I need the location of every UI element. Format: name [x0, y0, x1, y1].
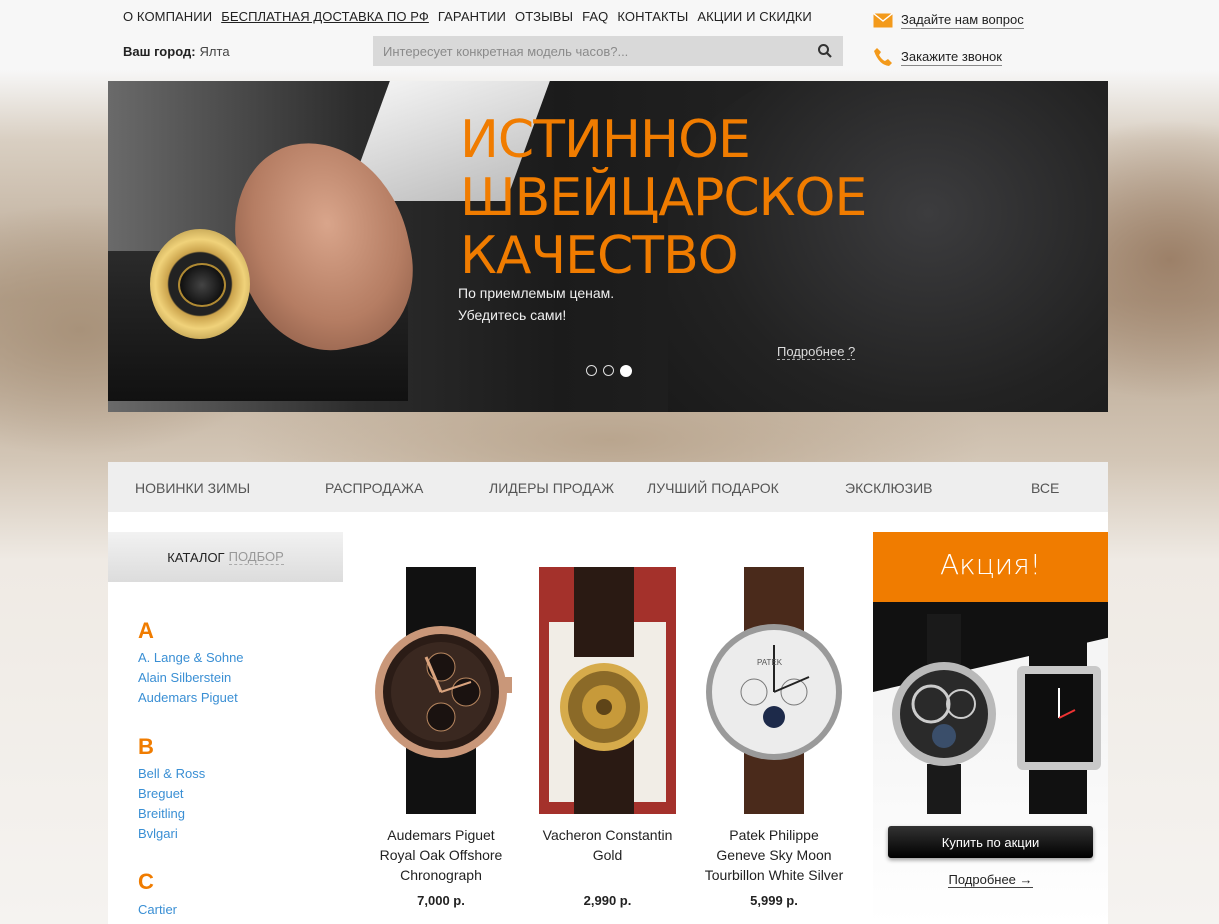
product-card[interactable]: PATEK Patek Philippe Geneve Sky Moon Tou…: [699, 567, 849, 908]
brand-link[interactable]: Breguet: [138, 786, 184, 801]
product-price: 5,999 р.: [750, 893, 798, 908]
svg-text:PATEK: PATEK: [757, 658, 783, 667]
nav-faq[interactable]: FAQ: [582, 9, 608, 24]
product-card[interactable]: Audemars Piguet Royal Oak Offshore Chron…: [366, 567, 516, 908]
search-bar: [373, 36, 843, 66]
nav-contacts[interactable]: КОНТАКТЫ: [617, 9, 688, 24]
product-name-line: Patek Philippe: [729, 827, 819, 843]
category-all[interactable]: ВСЕ: [1031, 480, 1059, 496]
letter-a: A: [138, 618, 154, 643]
slider-dot-2[interactable]: [603, 365, 614, 376]
ask-question-link[interactable]: Задайте нам вопрос: [873, 12, 1024, 29]
product-name-line: Geneve Sky Moon: [716, 847, 832, 863]
nav-free-delivery[interactable]: БЕСПЛАТНАЯ ДОСТАВКА ПО РФ: [221, 9, 429, 24]
brand-link[interactable]: Bell & Ross: [138, 766, 205, 781]
hero-sub-2: Убедитесь сами!: [458, 307, 567, 323]
letter-b: B: [138, 734, 154, 759]
brand-link[interactable]: Alain Silberstein: [138, 670, 231, 685]
promo-watch-image: [1017, 614, 1101, 814]
hero-sub-1: По приемлемым ценам.: [458, 285, 615, 301]
top-nav: О КОМПАНИИ БЕСПЛАТНАЯ ДОСТАВКА ПО РФ ГАР…: [123, 9, 821, 24]
filter-tab[interactable]: ПОДБОР: [228, 549, 284, 565]
category-sale[interactable]: РАСПРОДАЖА: [325, 480, 423, 496]
order-call-label: Закажите звонок: [901, 48, 1002, 66]
product-name[interactable]: Audemars Piguet Royal Oak Offshore Chron…: [366, 825, 516, 885]
product-image[interactable]: PATEK: [699, 567, 849, 814]
category-exclusive[interactable]: ЭКСКЛЮЗИВ: [845, 480, 933, 496]
product-price: 7,000 р.: [417, 893, 465, 908]
promo-block: Акция! Купить по акции Подробнее →: [873, 532, 1108, 924]
hero-banner: ИСТИННОЕ ШВЕЙЦАРСКОЕ КАЧЕСТВО По приемле…: [108, 81, 1108, 412]
city-label: Ваш город:: [123, 44, 196, 59]
main-panel: КАТАЛОГ ПОДБОР A A. Lange & Sohne Alain …: [108, 512, 1108, 924]
product-card[interactable]: Vacheron Constantin Gold 2,990 р.: [539, 567, 676, 908]
brand-link[interactable]: Bvlgari: [138, 826, 178, 841]
product-name-line: Gold: [592, 847, 623, 863]
category-bestsellers[interactable]: ЛИДЕРЫ ПРОДАЖ: [489, 480, 614, 496]
promo-more-label: Подробнее →: [948, 872, 1033, 888]
promo-title: Акция!: [939, 548, 1042, 581]
brand-link[interactable]: Cartier: [138, 902, 177, 917]
hero-line-1: ИСТИННОЕ: [460, 110, 751, 170]
category-winter-new[interactable]: НОВИНКИ ЗИМЫ: [135, 480, 250, 496]
product-name-line: Audemars Piguet: [387, 827, 495, 843]
slider-dot-3[interactable]: [620, 365, 632, 377]
brand-link[interactable]: A. Lange & Sohne: [138, 650, 244, 665]
catalog-header: КАТАЛОГ ПОДБОР: [108, 532, 343, 582]
promo-more-link[interactable]: Подробнее →: [873, 872, 1108, 888]
order-call-link[interactable]: Закажите звонок: [873, 47, 1002, 67]
product-image[interactable]: [366, 567, 516, 814]
hero-subtitle: По приемлемым ценам. Убедитесь сами!: [458, 282, 614, 326]
product-name-line: Chronograph: [400, 867, 482, 883]
catalog-tab[interactable]: КАТАЛОГ: [167, 550, 224, 565]
brand-link[interactable]: Breitling: [138, 806, 185, 821]
nav-promotions[interactable]: АКЦИИ И СКИДКИ: [697, 9, 812, 24]
hero-more-link[interactable]: Подробнее ?: [777, 344, 856, 360]
category-best-gift[interactable]: ЛУЧШИЙ ПОДАРОК: [647, 480, 779, 496]
nav-reviews[interactable]: ОТЗЫВЫ: [515, 9, 573, 24]
slider-dot-1[interactable]: [586, 365, 597, 376]
slider-dots: [586, 365, 632, 377]
hero-headline: ИСТИННОЕ ШВЕЙЦАРСКОЕ КАЧЕСТВО: [460, 111, 980, 285]
product-name[interactable]: Patek Philippe Geneve Sky Moon Tourbillo…: [699, 825, 849, 885]
product-name-line: Tourbillon White Silver: [704, 867, 844, 883]
buy-promo-button[interactable]: Купить по акции: [888, 826, 1093, 858]
phone-icon: [874, 48, 892, 66]
nav-about[interactable]: О КОМПАНИИ: [123, 9, 212, 24]
city-selector[interactable]: Ваш город: Ялта: [123, 44, 230, 59]
search-input[interactable]: [373, 36, 803, 66]
hero-watch-image: [150, 229, 250, 339]
product-price: 2,990 р.: [583, 893, 632, 908]
category-nav: НОВИНКИ ЗИМЫ РАСПРОДАЖА ЛИДЕРЫ ПРОДАЖ ЛУ…: [108, 462, 1108, 512]
brand-link[interactable]: Audemars Piguet: [138, 690, 238, 705]
product-image[interactable]: [539, 567, 676, 814]
nav-guarantees[interactable]: ГАРАНТИИ: [438, 9, 506, 24]
ask-question-label: Задайте нам вопрос: [901, 12, 1024, 29]
product-name-line: Royal Oak Offshore: [379, 847, 503, 863]
promo-watch-image: [892, 614, 996, 814]
product-name-line: Vacheron Constantin: [542, 827, 673, 843]
letter-c: C: [138, 869, 154, 894]
hero-line-2: ШВЕЙЦАРСКОЕ: [460, 168, 867, 228]
search-icon[interactable]: [817, 43, 833, 59]
hero-line-3: КАЧЕСТВО: [460, 226, 739, 286]
product-name[interactable]: Vacheron Constantin Gold: [539, 825, 676, 865]
mail-icon: [873, 13, 893, 28]
city-value[interactable]: Ялта: [200, 44, 230, 59]
